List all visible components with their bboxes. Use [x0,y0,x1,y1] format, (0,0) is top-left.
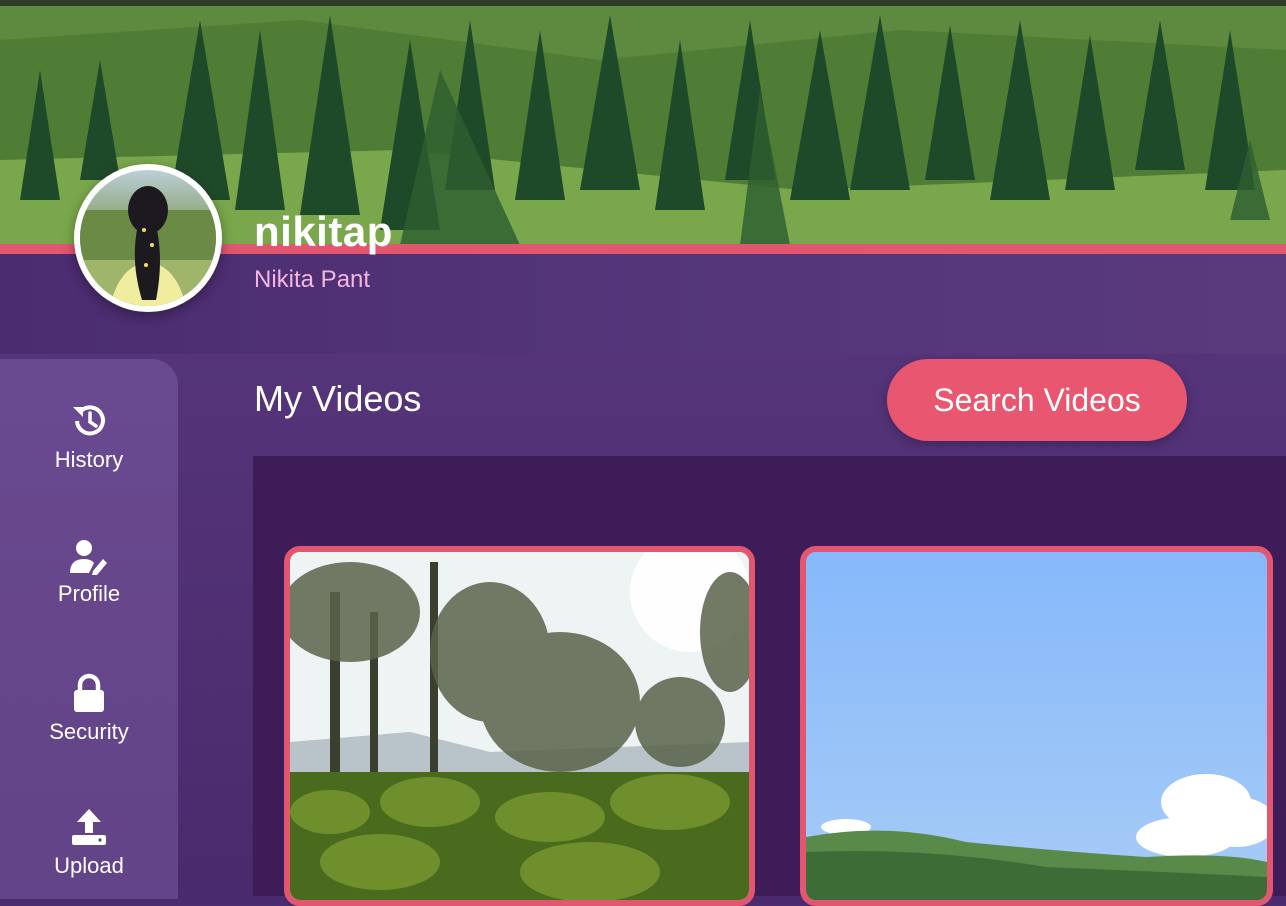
avatar[interactable] [74,164,222,312]
sidebar-item-profile[interactable]: Profile [0,539,178,607]
sidebar-item-label: Security [49,719,129,744]
search-videos-button[interactable]: Search Videos [887,359,1187,441]
full-name: Nikita Pant [254,266,371,293]
avatar-image [80,170,216,306]
username: nikitap [254,208,393,255]
sidebar-item-label: History [54,447,124,472]
sidebar: History Profile Security Upload [0,359,178,899]
user-edit-icon [70,540,107,575]
sidebar-item-label: Profile [57,581,121,606]
sidebar-item-label: Upload [54,853,124,878]
history-icon [73,405,105,436]
sidebar-item-security[interactable]: Security [0,673,178,745]
video-thumbnail [806,552,1267,900]
upload-icon [72,809,106,845]
sidebar-item-upload[interactable]: Upload [0,807,178,879]
video-card[interactable] [284,546,755,906]
video-thumbnail [290,552,749,900]
sidebar-item-history[interactable]: History [0,401,178,473]
video-card[interactable] [800,546,1273,906]
page-title: My Videos [254,378,422,419]
lock-icon [74,673,104,712]
